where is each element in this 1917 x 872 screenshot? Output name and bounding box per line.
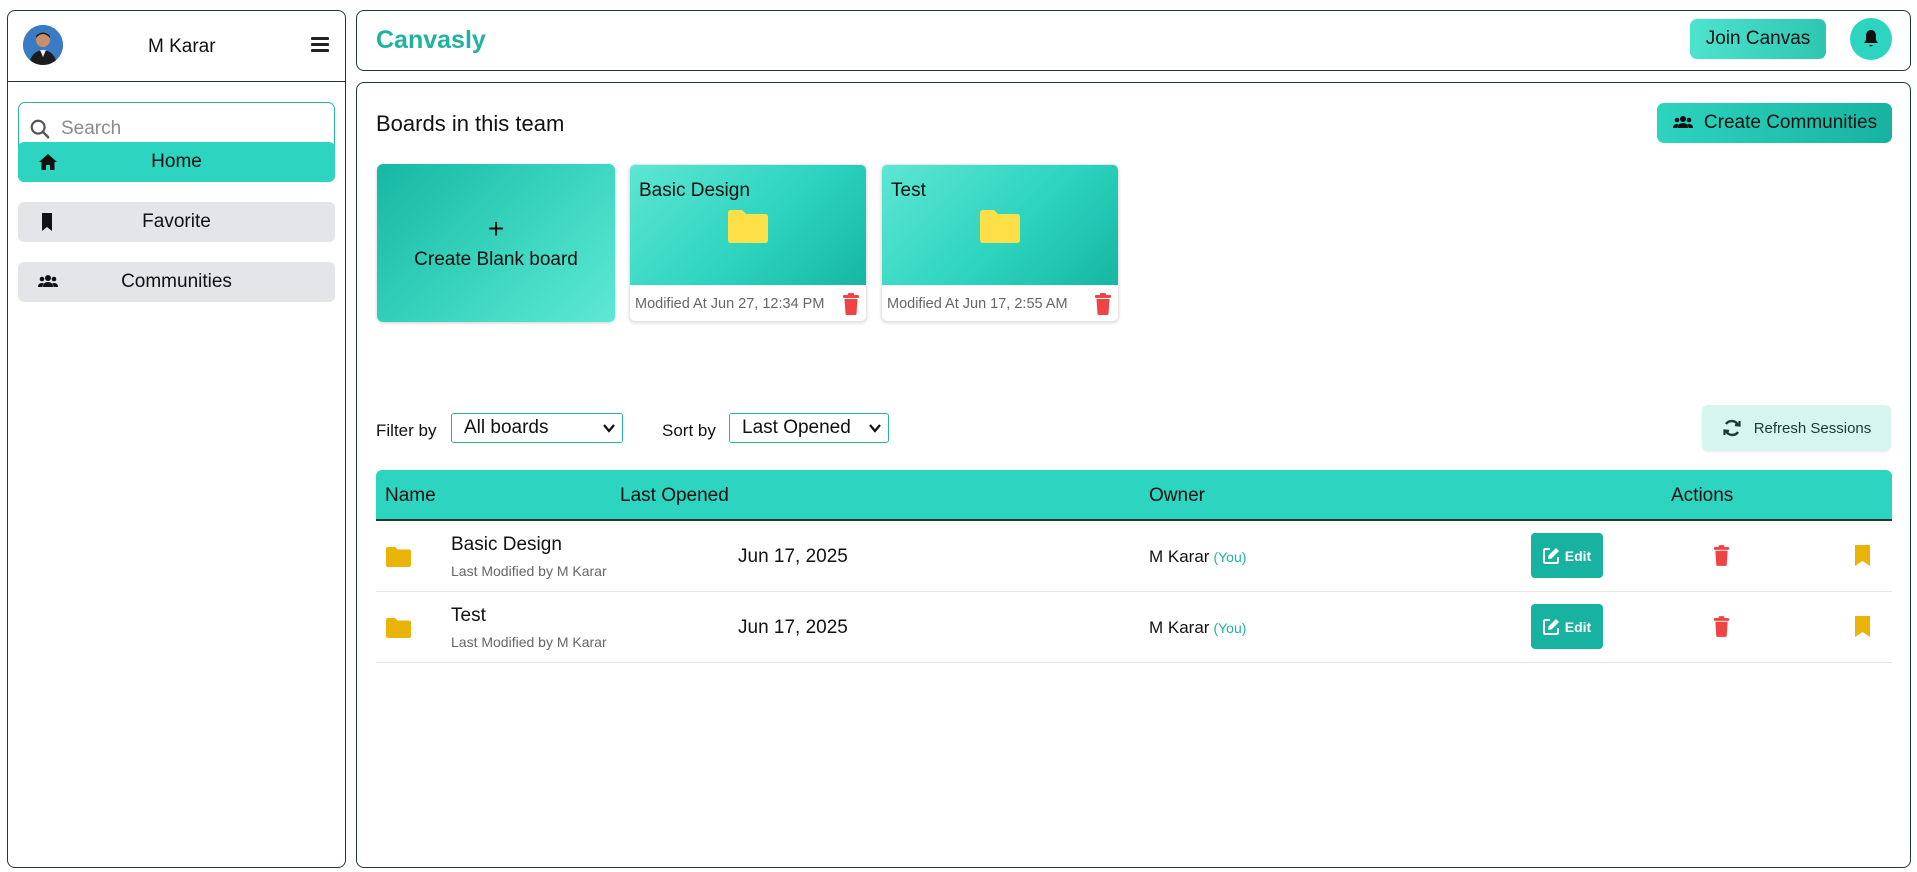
edit-icon	[1542, 619, 1559, 635]
row-modified-by: Last Modified by M Karar	[451, 634, 607, 650]
sort-select[interactable]: Last Opened	[729, 413, 889, 443]
create-communities-button[interactable]: Create Communities	[1657, 103, 1892, 143]
sort-select-value: Last Opened	[742, 417, 851, 438]
create-blank-board-label: Create Blank board	[414, 249, 578, 270]
plus-icon: +	[487, 213, 505, 244]
sidebar: M Karar Home Favorite Communities	[7, 10, 346, 868]
sidebar-item-favorite[interactable]: Favorite	[18, 202, 335, 242]
hamburger-menu-icon[interactable]	[311, 37, 329, 52]
board-card-title: Basic Design	[639, 180, 750, 201]
table-row[interactable]: Basic Design Last Modified by M Karar Ju…	[376, 521, 1892, 592]
bookmark-icon	[42, 213, 52, 231]
folder-icon	[728, 210, 768, 243]
edit-label: Edit	[1564, 547, 1592, 564]
edit-icon	[1542, 548, 1559, 564]
sidebar-item-home[interactable]: Home	[18, 142, 335, 182]
folder-icon	[980, 210, 1020, 243]
search-icon	[30, 119, 50, 138]
row-last-opened: Jun 17, 2025	[738, 546, 848, 567]
main-panel: Boards in this team Create Communities +…	[356, 82, 1911, 868]
refresh-sessions-label: Refresh Sessions	[1753, 419, 1872, 437]
filter-select[interactable]: All boards	[451, 413, 623, 443]
sidebar-item-label: Favorite	[142, 211, 211, 232]
notifications-button[interactable]	[1850, 18, 1892, 60]
chevron-down-icon	[603, 424, 615, 433]
brand-logo[interactable]: Canvasly	[376, 26, 486, 55]
board-card[interactable]: Test Modified At Jun 17, 2:55 AM	[881, 164, 1119, 322]
board-card-modified: Modified At Jun 17, 2:55 AM	[887, 296, 1068, 312]
user-name: M Karar	[148, 36, 216, 57]
join-canvas-button[interactable]: Join Canvas	[1690, 19, 1826, 59]
sidebar-item-label: Home	[151, 151, 202, 172]
bookmark-icon[interactable]	[1855, 616, 1870, 637]
trash-icon[interactable]	[1094, 293, 1112, 315]
column-header-name[interactable]: Name	[385, 485, 436, 507]
column-header-last-opened[interactable]: Last Opened	[620, 485, 729, 507]
home-icon	[39, 154, 57, 170]
row-owner-name: M Karar	[1149, 618, 1210, 637]
folder-icon	[386, 547, 411, 567]
row-last-opened: Jun 17, 2025	[738, 617, 848, 638]
bell-icon	[1864, 30, 1878, 47]
row-owner-you: (You)	[1213, 549, 1247, 565]
edit-button[interactable]: Edit	[1531, 533, 1603, 578]
filter-bar: Filter by All boards Sort by Last Opened…	[376, 405, 1891, 451]
chevron-down-icon	[869, 424, 881, 433]
trash-icon[interactable]	[842, 293, 860, 315]
sort-label: Sort by	[662, 421, 716, 440]
avatar[interactable]	[23, 25, 63, 65]
sidebar-item-label: Communities	[121, 271, 232, 292]
sidebar-item-communities[interactable]: Communities	[18, 262, 335, 302]
search-input[interactable]	[61, 117, 321, 140]
column-header-owner[interactable]: Owner	[1149, 485, 1205, 507]
edit-button[interactable]: Edit	[1531, 604, 1603, 649]
boards-table: Name Last Opened Owner Actions Basic Des…	[376, 470, 1892, 663]
column-header-actions: Actions	[1671, 485, 1734, 506]
board-card[interactable]: Basic Design Modified At Jun 27, 12:34 P…	[629, 164, 867, 322]
row-modified-by: Last Modified by M Karar	[451, 563, 607, 579]
users-icon	[1672, 116, 1693, 128]
create-blank-board-card[interactable]: + Create Blank board	[377, 164, 615, 322]
edit-label: Edit	[1564, 618, 1592, 635]
row-board-name[interactable]: Basic Design	[451, 534, 562, 556]
board-card-title: Test	[891, 180, 926, 201]
trash-icon[interactable]	[1713, 616, 1730, 637]
refresh-icon	[1723, 419, 1741, 437]
folder-icon	[386, 618, 411, 638]
page-title: Boards in this team	[376, 111, 565, 136]
create-communities-label: Create Communities	[1703, 112, 1878, 133]
users-icon	[38, 275, 58, 287]
row-owner-name: M Karar	[1149, 547, 1210, 566]
row-owner-you: (You)	[1213, 620, 1247, 636]
table-row[interactable]: Test Last Modified by M Karar Jun 17, 20…	[376, 592, 1892, 663]
filter-select-value: All boards	[464, 417, 549, 438]
refresh-sessions-button[interactable]: Refresh Sessions	[1702, 405, 1891, 451]
row-owner: M Karar (You)	[1149, 547, 1246, 567]
row-owner: M Karar (You)	[1149, 618, 1246, 638]
board-card-modified: Modified At Jun 27, 12:34 PM	[635, 296, 825, 312]
filter-label: Filter by	[376, 421, 437, 440]
table-header: Name Last Opened Owner Actions	[376, 470, 1892, 521]
trash-icon[interactable]	[1713, 545, 1730, 566]
top-bar: Canvasly Join Canvas	[356, 10, 1911, 71]
bookmark-icon[interactable]	[1855, 545, 1870, 566]
row-board-name[interactable]: Test	[451, 605, 486, 627]
sidebar-header: M Karar	[8, 11, 345, 82]
